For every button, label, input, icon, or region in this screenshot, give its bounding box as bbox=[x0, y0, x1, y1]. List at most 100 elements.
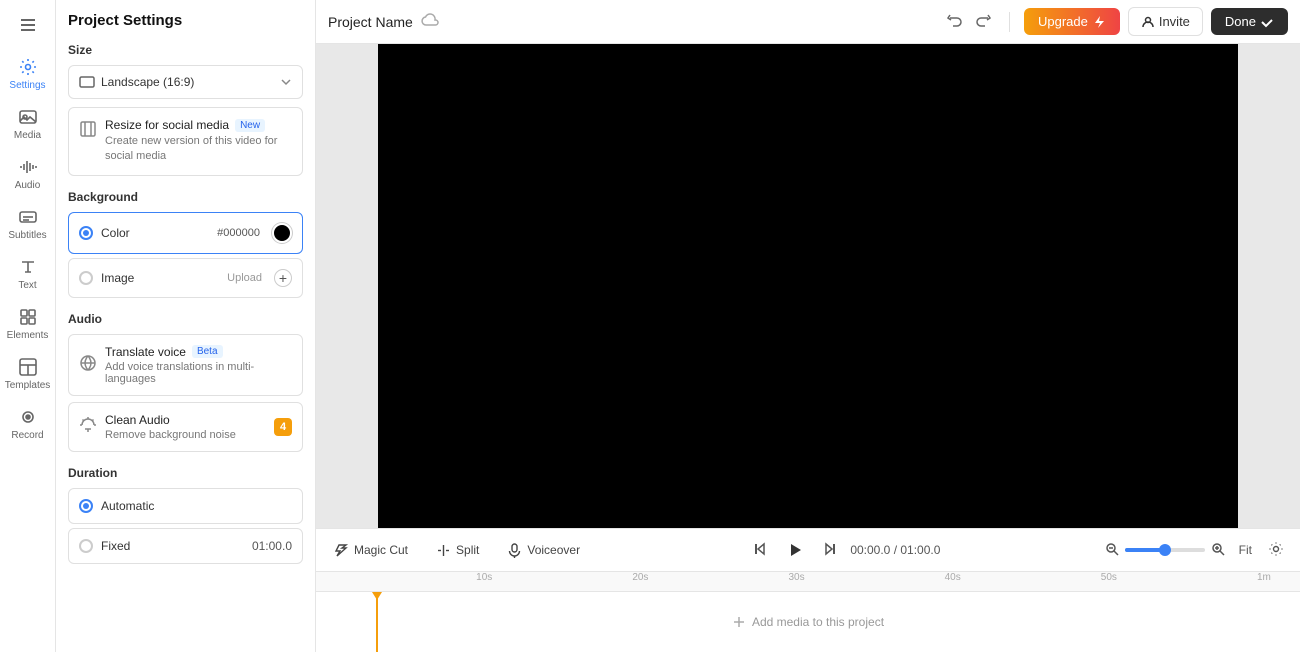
voiceover-button[interactable]: Voiceover bbox=[501, 539, 586, 562]
top-bar: Project Name Upgrade Invite Done bbox=[316, 0, 1300, 44]
clean-audio-description: Remove background noise bbox=[105, 429, 266, 441]
ruler-mark-30s: 30s bbox=[788, 572, 804, 583]
fixed-label: Fixed bbox=[101, 539, 244, 553]
ruler-mark-10s: 10s bbox=[476, 572, 492, 583]
background-section-label: Background bbox=[68, 190, 303, 204]
done-button[interactable]: Done bbox=[1211, 8, 1288, 35]
timeline-ruler: 10s 20s 30s 40s 50s 1m bbox=[316, 572, 1300, 592]
fit-button[interactable]: Fit bbox=[1235, 539, 1256, 561]
add-image-button[interactable]: + bbox=[274, 269, 292, 287]
translate-voice-description: Add voice translations in multi-language… bbox=[105, 361, 292, 385]
timeline-content[interactable]: Add media to this project bbox=[316, 592, 1300, 652]
resize-social-card[interactable]: Resize for social media New Create new v… bbox=[68, 107, 303, 176]
lightning-icon bbox=[1092, 15, 1106, 29]
icon-sidebar: Settings Media Audio Subtitles Text bbox=[0, 0, 56, 652]
plus-icon bbox=[732, 615, 746, 629]
sidebar-item-elements[interactable]: Elements bbox=[0, 299, 55, 349]
zoom-out-icon bbox=[1105, 542, 1119, 556]
zoom-out-button[interactable] bbox=[1103, 540, 1121, 561]
sidebar-item-audio[interactable]: Audio bbox=[0, 149, 55, 199]
automatic-radio[interactable] bbox=[79, 499, 93, 513]
image-option-card[interactable]: Image Upload + bbox=[68, 258, 303, 298]
color-radio[interactable] bbox=[79, 226, 93, 240]
playback-controls: 00:00.0 / 01:00.0 bbox=[748, 535, 940, 565]
checkmark-icon bbox=[1260, 15, 1274, 29]
upload-button[interactable]: Upload bbox=[227, 272, 262, 284]
fixed-duration-value: 01:00.0 bbox=[252, 539, 292, 553]
playhead bbox=[376, 592, 378, 652]
size-section-label: Size bbox=[68, 43, 303, 57]
beta-badge: Beta bbox=[192, 345, 223, 358]
sidebar-item-record[interactable]: Record bbox=[0, 399, 55, 449]
translate-icon bbox=[79, 354, 97, 375]
ruler-mark-1m: 1m bbox=[1257, 572, 1271, 583]
playhead-indicator bbox=[372, 592, 382, 600]
size-dropdown[interactable]: Landscape (16:9) bbox=[68, 65, 303, 99]
resize-description: Create new version of this video for soc… bbox=[105, 134, 292, 165]
ruler-mark-50s: 50s bbox=[1101, 572, 1117, 583]
undo-redo-controls bbox=[943, 8, 995, 35]
clean-audio-badge: 4 bbox=[274, 418, 292, 436]
project-name: Project Name bbox=[328, 14, 413, 30]
redo-button[interactable] bbox=[971, 8, 995, 35]
automatic-duration-card[interactable]: Automatic bbox=[68, 488, 303, 524]
zoom-slider-thumb bbox=[1159, 544, 1171, 556]
color-swatch[interactable] bbox=[272, 223, 292, 243]
gear-icon bbox=[1268, 541, 1284, 557]
fixed-duration-card[interactable]: Fixed 01:00.0 bbox=[68, 528, 303, 564]
split-button[interactable]: Split bbox=[430, 539, 485, 562]
color-option-card[interactable]: Color #000000 bbox=[68, 212, 303, 254]
duration-section-label: Duration bbox=[68, 466, 303, 480]
undo-button[interactable] bbox=[943, 8, 967, 35]
timeline-settings-button[interactable] bbox=[1264, 537, 1288, 564]
timeline-area: 10s 20s 30s 40s 50s 1m Add media to this… bbox=[316, 572, 1300, 652]
sidebar-item-subtitles[interactable]: Subtitles bbox=[0, 199, 55, 249]
right-controls: Fit bbox=[1103, 537, 1288, 564]
zoom-controls bbox=[1103, 540, 1227, 561]
translate-voice-title: Translate voice bbox=[105, 345, 186, 359]
zoom-in-button[interactable] bbox=[1209, 540, 1227, 561]
video-preview-area bbox=[316, 44, 1300, 528]
sidebar-item-text[interactable]: Text bbox=[0, 249, 55, 299]
panel-title: Project Settings bbox=[68, 12, 303, 29]
audio-section-label: Audio bbox=[68, 312, 303, 326]
zoom-in-icon bbox=[1211, 542, 1225, 556]
fixed-radio[interactable] bbox=[79, 539, 93, 553]
invite-button[interactable]: Invite bbox=[1128, 7, 1203, 36]
sidebar-item-media[interactable]: Media bbox=[0, 99, 55, 149]
split-icon bbox=[436, 543, 451, 558]
resize-icon bbox=[79, 120, 97, 141]
background-options: Color #000000 Image Upload + bbox=[68, 212, 303, 298]
divider bbox=[1009, 12, 1010, 32]
ruler-mark-20s: 20s bbox=[632, 572, 648, 583]
hamburger-button[interactable] bbox=[11, 8, 45, 45]
translate-voice-card[interactable]: Translate voice Beta Add voice translati… bbox=[68, 334, 303, 396]
person-icon bbox=[1141, 15, 1155, 29]
video-canvas bbox=[378, 44, 1238, 528]
cloud-save-icon[interactable] bbox=[421, 11, 439, 32]
add-media-button[interactable]: Add media to this project bbox=[732, 615, 884, 629]
magic-cut-icon bbox=[334, 543, 349, 558]
color-label: Color bbox=[101, 226, 209, 240]
ruler-mark-40s: 40s bbox=[945, 572, 961, 583]
skip-forward-button[interactable] bbox=[818, 537, 842, 564]
mic-icon bbox=[507, 543, 522, 558]
resize-title: Resize for social media bbox=[105, 118, 229, 132]
new-badge: New bbox=[235, 119, 265, 132]
image-radio[interactable] bbox=[79, 271, 93, 285]
sidebar-item-templates[interactable]: Templates bbox=[0, 349, 55, 399]
image-label: Image bbox=[101, 271, 219, 285]
current-time: 00:00.0 / 01:00.0 bbox=[850, 543, 940, 557]
settings-panel: Project Settings Size Landscape (16:9) R… bbox=[56, 0, 316, 652]
play-icon bbox=[784, 539, 806, 561]
upgrade-button[interactable]: Upgrade bbox=[1024, 8, 1120, 35]
bottom-toolbar: Magic Cut Split Voiceover 00:00.0 / bbox=[316, 528, 1300, 572]
zoom-slider[interactable] bbox=[1125, 548, 1205, 552]
clean-audio-card[interactable]: Clean Audio Remove background noise 4 bbox=[68, 402, 303, 452]
magic-cut-button[interactable]: Magic Cut bbox=[328, 539, 414, 562]
play-button[interactable] bbox=[780, 535, 810, 565]
clean-audio-icon bbox=[79, 416, 97, 437]
skip-back-button[interactable] bbox=[748, 537, 772, 564]
main-area: Project Name Upgrade Invite Done bbox=[316, 0, 1300, 652]
sidebar-item-settings[interactable]: Settings bbox=[0, 49, 55, 99]
